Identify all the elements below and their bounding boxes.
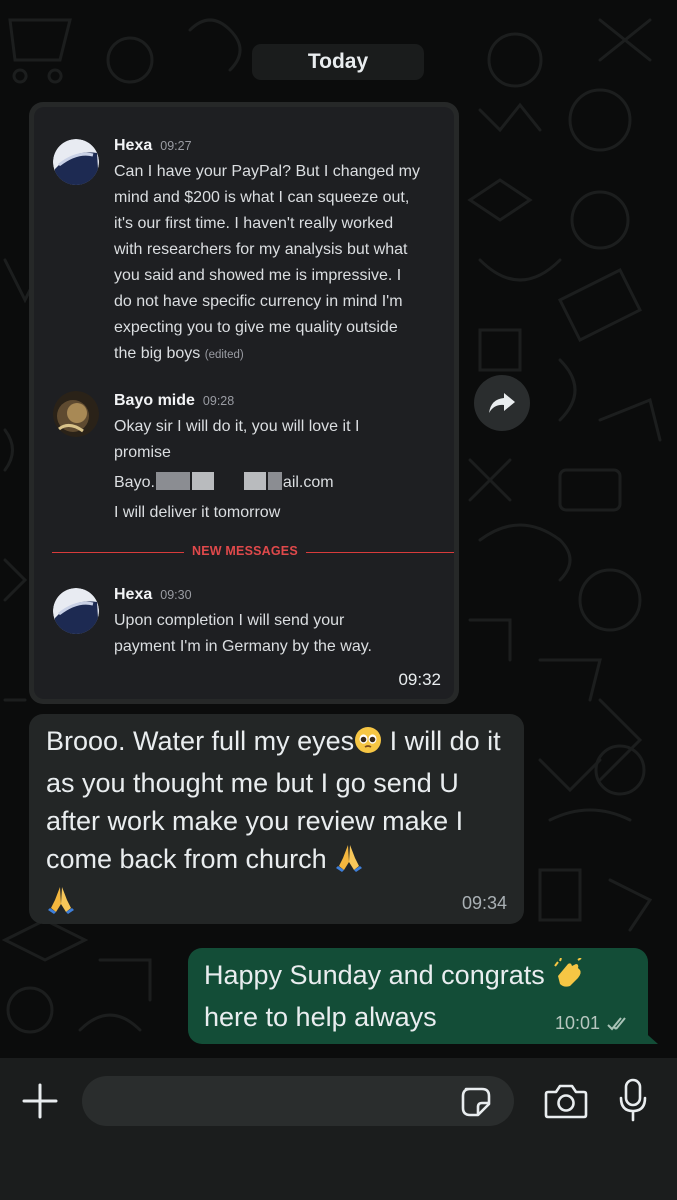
forward-icon <box>489 393 515 413</box>
sticker-icon <box>461 1087 491 1117</box>
text-line: mind and $200 is what I can squeeze out, <box>114 189 410 206</box>
text-line: Okay sir I will do it, you will love it … <box>114 418 360 435</box>
screenshot-message-text: Okay sir I will do it, you will love it … <box>114 414 448 526</box>
text-line: Upon completion I will send your <box>114 612 345 629</box>
double-check-icon <box>607 1016 626 1030</box>
attach-button[interactable] <box>20 1081 60 1121</box>
message-timestamp: 09:32 <box>398 670 441 689</box>
hexa-avatar <box>53 588 99 634</box>
redaction-block <box>155 472 190 490</box>
camera-button[interactable] <box>544 1082 588 1120</box>
text-fragment: the big boys <box>114 345 201 362</box>
redacted-email-line: Bayo. ail.com <box>114 470 448 496</box>
message-time: 09:30 <box>160 588 192 602</box>
text-line: promise <box>114 444 171 461</box>
hexa-avatar <box>53 139 99 185</box>
screenshot-message-text: Can I have your PayPal? But I changed my… <box>114 159 448 368</box>
outgoing-message-bubble[interactable]: Happy Sunday and congrats here to help a… <box>188 948 648 1044</box>
discord-screenshot-image[interactable]: Hexa 09:27 Can I have your PayPal? But I… <box>34 107 454 699</box>
clapping-hands-emoji <box>552 957 584 998</box>
message-time: 09:27 <box>160 139 192 153</box>
email-prefix: Bayo. <box>114 474 155 491</box>
message-timestamp: 10:01 <box>554 1013 600 1033</box>
text-line: the big boys (edited) <box>114 341 448 368</box>
edited-label: (edited) <box>204 349 244 361</box>
author-name: Hexa <box>114 137 153 154</box>
sticker-button[interactable] <box>460 1086 492 1118</box>
text-line: expecting you to give me quality outside <box>114 319 398 336</box>
message-text-fragment: Brooo. Water full my eyes <box>46 726 355 756</box>
image-message-bubble[interactable]: Hexa 09:27 Can I have your PayPal? But I… <box>29 102 459 704</box>
screenshot-message-text: Upon completion I will send your payment… <box>114 608 448 660</box>
redaction-block <box>243 472 266 490</box>
message-text-fragment: here to help always <box>204 1002 437 1032</box>
bayo-avatar <box>53 391 99 437</box>
redaction-block <box>191 472 214 490</box>
microphone-button[interactable] <box>618 1078 648 1122</box>
screenshot-message-header: Bayo mide 09:28 <box>114 392 234 410</box>
incoming-message-text: Brooo. Water full my eyes I will do it a… <box>46 722 516 924</box>
camera-icon <box>544 1084 588 1119</box>
text-line: I will deliver it tomorrow <box>114 504 281 521</box>
text-line: with researchers for my analysis but wha… <box>114 241 408 258</box>
message-time: 09:28 <box>202 394 235 408</box>
redaction-gap <box>216 472 242 490</box>
redaction-block <box>267 472 282 490</box>
message-meta: 10:01 <box>555 1013 632 1034</box>
author-name: Bayo mide <box>114 392 195 409</box>
screenshot-message-header: Hexa 09:30 <box>114 586 192 604</box>
date-separator-chip: Today <box>252 44 424 80</box>
message-text-fragment: Happy Sunday and congrats <box>204 960 553 990</box>
incoming-message-bubble[interactable]: Brooo. Water full my eyes I will do it a… <box>29 714 524 924</box>
message-text-field[interactable] <box>82 1076 514 1126</box>
pleading-face-emoji <box>354 726 382 764</box>
author-name: Hexa <box>114 586 153 603</box>
email-suffix: ail.com <box>282 474 334 491</box>
text-line: payment I'm in Germany by the way. <box>114 638 372 655</box>
plus-icon <box>22 1083 58 1119</box>
microphone-icon <box>619 1078 647 1122</box>
folded-hands-emoji <box>334 842 364 882</box>
screenshot-message-header: Hexa 09:27 <box>114 137 192 155</box>
text-line: you said and showed me is impressive. I <box>114 267 402 284</box>
text-line: do not have specific currency in mind I'… <box>114 293 403 310</box>
outgoing-bubble-tail <box>640 1028 658 1044</box>
message-timestamp: 09:34 <box>461 893 507 913</box>
forward-button[interactable] <box>474 375 530 431</box>
text-line: it's our first time. I haven't really wo… <box>114 215 394 232</box>
folded-hands-emoji <box>46 884 76 924</box>
new-messages-label: NEW MESSAGES <box>184 544 306 558</box>
text-line: Can I have your PayPal? But I changed my <box>114 163 420 180</box>
